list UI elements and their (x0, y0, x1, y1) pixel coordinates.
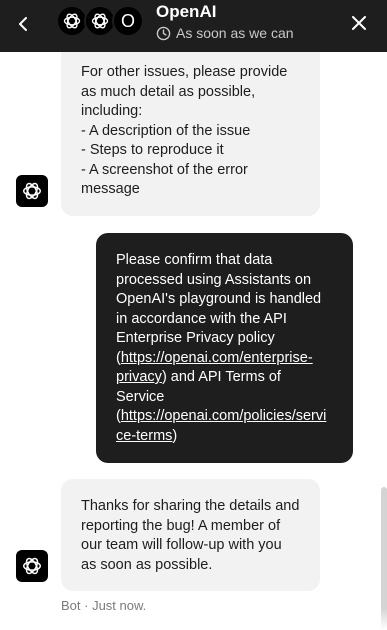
enterprise-privacy-link[interactable]: https://openai.com/enterprise- (121, 350, 313, 366)
conversation-area[interactable]: For other issues, please provide as much… (0, 52, 387, 630)
message-line: (https://openai.com/policies/servi (116, 407, 333, 427)
message-line: Service (116, 388, 165, 405)
chevron-left-icon (19, 17, 27, 31)
header-title-block: OpenAI As soon as we can (156, 2, 294, 42)
service-terms-link[interactable]: https://openai.com/policies/servi (121, 408, 327, 424)
enterprise-privacy-link[interactable]: privacy (116, 369, 162, 385)
back-button[interactable] (12, 12, 36, 36)
avatar-initial: O (120, 11, 135, 31)
message-line: Please confirm that data (116, 252, 273, 268)
openai-logo-icon (23, 182, 41, 200)
message-line: For other issues, please provide (81, 64, 288, 80)
message-line: - Steps to reproduce it (81, 142, 224, 158)
close-icon (352, 16, 366, 30)
message-line: Thanks for sharing the details and (81, 498, 300, 514)
response-time: As soon as we can (156, 24, 294, 42)
message-line: - A screenshot of the error (81, 161, 248, 178)
team-avatar-letter: O (112, 5, 144, 37)
message-line: reporting the bug! A member of (81, 517, 281, 534)
message-line: Enterprise Privacy policy (116, 330, 275, 346)
message-line: - A description of the issue (81, 122, 251, 139)
paren: ) (172, 427, 178, 444)
bottom-fade (0, 608, 387, 630)
chat-header: O OpenAI As soon as we can (0, 0, 387, 52)
message-line: processed using Assistants on (116, 271, 312, 288)
message-line: our team will follow-up with you (81, 537, 282, 553)
message-text: ) and API Terms of (161, 369, 281, 385)
response-time-text: As soon as we can (176, 25, 294, 41)
message-line: ce-terms) (116, 427, 333, 447)
service-terms-link[interactable]: ce-terms (116, 428, 172, 444)
bot-avatar (16, 175, 48, 207)
bot-avatar (16, 550, 48, 582)
team-avatars: O (56, 5, 148, 37)
page-title: OpenAI (156, 2, 217, 21)
openai-logo-icon (91, 13, 109, 29)
openai-logo-icon (23, 557, 41, 575)
user-message: Please confirm that data processed using… (96, 233, 353, 463)
close-button[interactable] (347, 11, 371, 35)
message-line: including: (81, 103, 143, 119)
openai-logo-icon (63, 13, 81, 29)
message-line: as much detail as possible, (81, 83, 256, 100)
clock-icon (156, 26, 171, 40)
message-line: as soon as possible. (81, 556, 213, 573)
message-line: in accordance with the API (116, 310, 287, 327)
bot-message: Thanks for sharing the details and repor… (61, 479, 320, 591)
message-line: message (81, 181, 140, 197)
message-line: (https://openai.com/enterprise- (116, 349, 333, 369)
message-line: OpenAI's playground is handled (116, 291, 322, 307)
message-line: privacy) and API Terms of (116, 368, 333, 388)
bot-message: For other issues, please provide as much… (61, 52, 320, 216)
